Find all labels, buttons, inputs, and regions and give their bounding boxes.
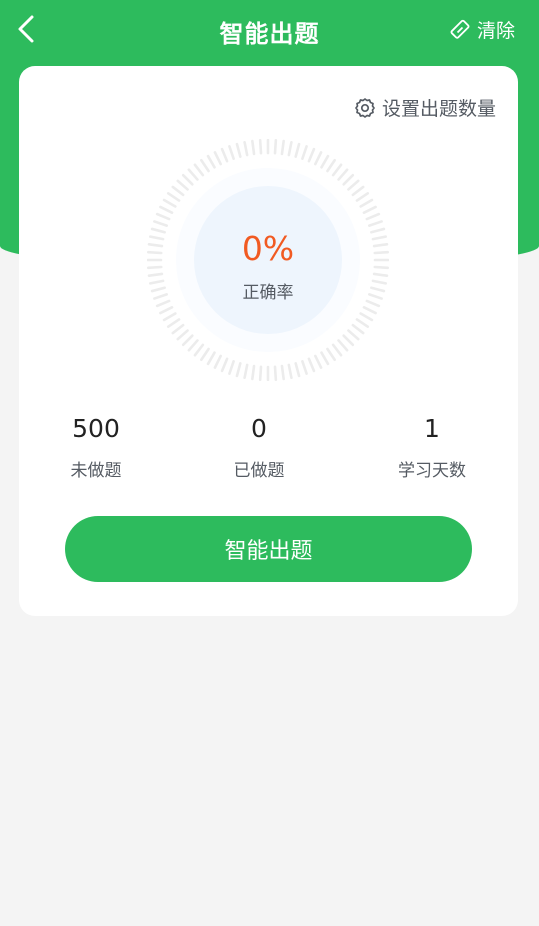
set-question-count-button[interactable]: 设置出题数量 <box>354 94 496 121</box>
start-quiz-button[interactable]: 智能出题 <box>65 516 472 582</box>
gauge-tick <box>228 145 235 160</box>
gauge-tick <box>213 151 222 166</box>
gauge-tick <box>355 192 370 202</box>
gauge-tick <box>351 323 365 335</box>
gauge-tick <box>243 141 249 157</box>
gauge-tick <box>359 312 374 322</box>
gauge-tick <box>301 145 308 160</box>
gauge-tick <box>181 334 194 347</box>
gauge-tick <box>273 139 278 155</box>
gauge-tick <box>362 306 377 315</box>
stat-undone-label: 未做题 <box>70 461 122 481</box>
gauge-tick <box>206 154 216 169</box>
gauge-tick <box>351 185 365 197</box>
gauge-tick <box>171 185 185 197</box>
gauge-tick <box>368 220 383 227</box>
gauge-tick <box>320 351 330 366</box>
gauge-tick <box>331 343 343 357</box>
gauge-tick <box>342 334 355 347</box>
stat-study-days-label: 学习天数 <box>398 461 466 481</box>
gauge-tick <box>347 329 360 341</box>
stat-undone-value: 500 <box>72 414 120 443</box>
gauge-tick <box>162 312 177 322</box>
stats-row: 500 未做题 0 已做题 1 学习天数 <box>19 412 518 492</box>
settings-label: 设置出题数量 <box>381 98 496 120</box>
quiz-card: 设置出题数量 0% 正确率 500 未做题 0 已做题 1 学习天数 智能出题 <box>19 66 518 616</box>
gauge-tick <box>307 147 316 163</box>
gauge-tick <box>320 154 330 169</box>
gauge-tick <box>176 179 189 191</box>
gauge-tick <box>362 205 377 214</box>
gauge-tick <box>162 198 177 208</box>
gauge-tick <box>200 347 210 362</box>
gauge-tick <box>187 339 199 352</box>
gauge-tick <box>337 339 349 352</box>
stat-study-days-value: 1 <box>424 414 440 443</box>
gauge-tick <box>220 357 229 373</box>
gauge-tick <box>287 363 293 379</box>
gauge-tick <box>176 329 189 341</box>
gauge-tick <box>258 139 263 155</box>
stat-study-days: 1 学习天数 <box>362 412 502 481</box>
accuracy-value: 0% <box>241 229 295 268</box>
gauge-tick <box>314 151 323 166</box>
gauge-tick <box>235 362 242 378</box>
accuracy-gauge: 0% 正确率 <box>147 139 389 381</box>
gauge-tick <box>342 173 355 186</box>
gauge-tick <box>307 357 316 373</box>
gauge-tick <box>159 205 174 214</box>
eraser-icon <box>450 19 470 39</box>
clear-button[interactable]: 清除 <box>449 16 515 43</box>
stat-undone: 500 未做题 <box>26 412 166 481</box>
gauge-tick <box>228 360 235 375</box>
gauge-tick <box>171 323 185 335</box>
gauge-tick <box>326 347 336 362</box>
gauge-tick <box>166 318 181 328</box>
clear-button-label: 清除 <box>476 20 515 42</box>
gauge-tick <box>243 363 249 379</box>
gauge-tick <box>337 168 349 181</box>
gauge-tick <box>314 354 323 369</box>
gauge-tick <box>187 168 199 181</box>
gauge-tick <box>258 365 263 381</box>
gauge-tick <box>159 306 174 315</box>
gauge-tick <box>294 142 301 158</box>
gauge-tick <box>301 360 308 375</box>
gauge-tick <box>155 212 171 221</box>
gauge-tick <box>294 362 301 378</box>
top-bar: 智能出题 清除 <box>0 0 539 62</box>
gauge-tick <box>365 212 381 221</box>
gauge-tick <box>193 163 205 177</box>
gauge-tick <box>235 142 242 158</box>
gear-icon <box>355 97 375 118</box>
stat-done-value: 0 <box>251 414 267 443</box>
gauge-tick <box>287 141 293 157</box>
gauge-tick <box>193 343 205 357</box>
gauge-tick <box>220 147 229 163</box>
gauge-tick <box>251 139 256 156</box>
gauge-tick <box>206 351 216 366</box>
gauge-tick <box>213 354 222 369</box>
gauge-tick <box>331 163 343 177</box>
gauge-tick <box>147 272 164 277</box>
stat-done-label: 已做题 <box>233 461 285 481</box>
gauge-tick <box>359 198 374 208</box>
gauge-tick <box>181 173 194 186</box>
gauge-tick <box>200 158 210 173</box>
gauge-tick <box>355 318 370 328</box>
gauge-tick <box>347 179 360 191</box>
gauge-tick <box>280 139 285 156</box>
gauge-tick <box>153 220 168 227</box>
accuracy-label: 正确率 <box>242 283 294 303</box>
gauge-tick <box>273 365 278 381</box>
gauge-tick <box>251 364 256 381</box>
gauge-tick <box>166 192 181 202</box>
gauge-tick <box>280 364 285 381</box>
stat-done: 0 已做题 <box>189 412 329 481</box>
gauge-tick <box>326 158 336 173</box>
gauge-tick <box>372 272 389 277</box>
